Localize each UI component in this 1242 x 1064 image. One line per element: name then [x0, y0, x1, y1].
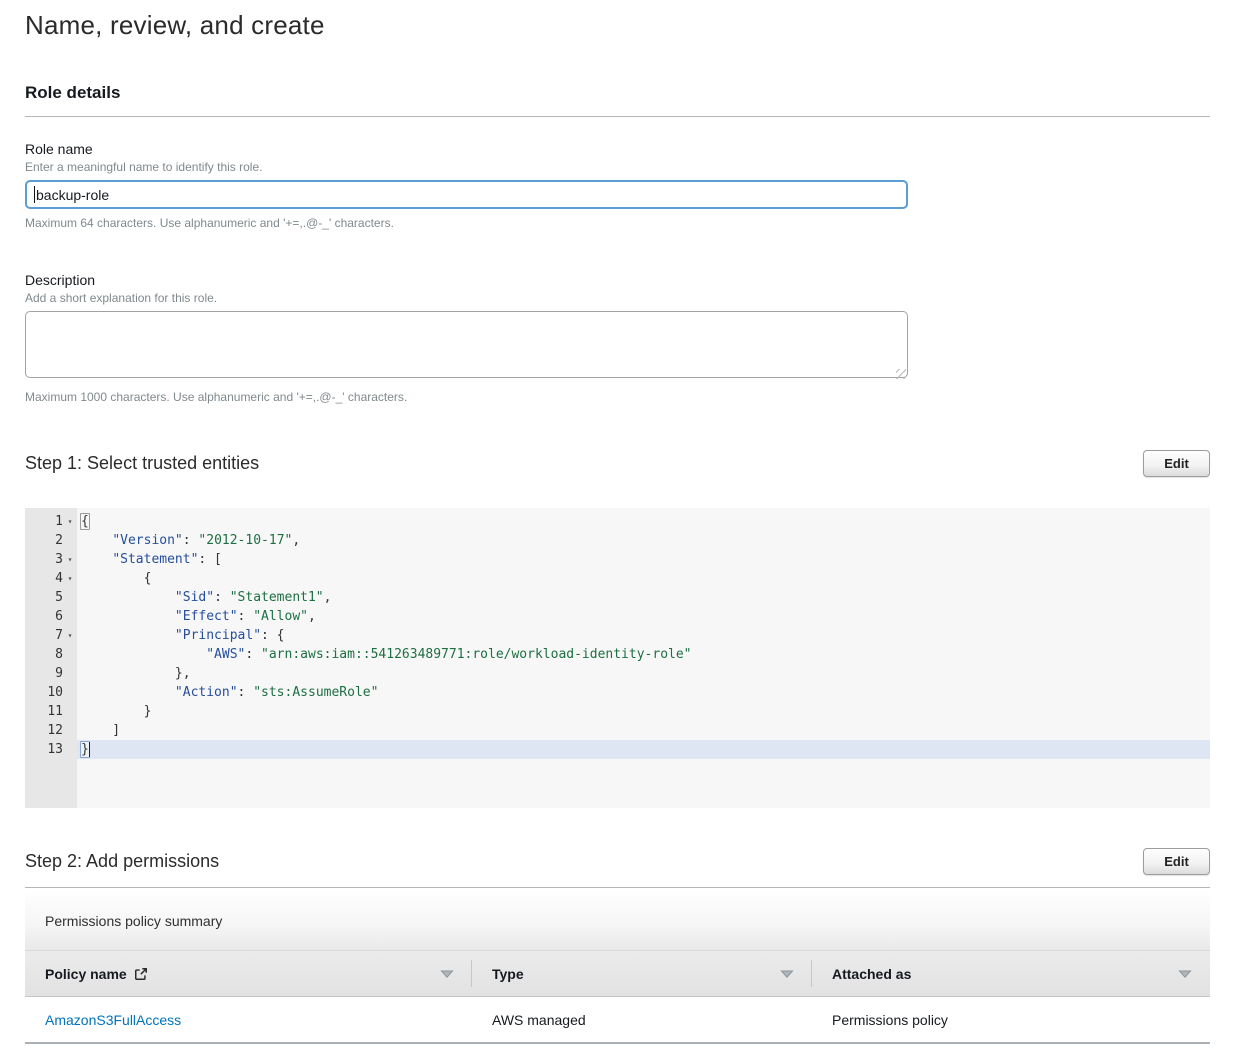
fold-slot — [63, 721, 77, 740]
edit-trusted-entities-button[interactable]: Edit — [1143, 450, 1210, 477]
description-constraint: Maximum 1000 characters. Use alphanumeri… — [25, 390, 1210, 404]
permissions-summary-title: Permissions policy summary — [25, 913, 222, 929]
fold-slot — [63, 645, 77, 664]
policy-type-cell: AWS managed — [472, 1012, 812, 1028]
role-name-input-wrap — [25, 180, 908, 209]
fold-slot — [63, 702, 77, 721]
external-link-icon — [134, 967, 148, 984]
fold-slot — [63, 740, 77, 759]
step2-divider — [25, 887, 1210, 888]
code-line: "Action": "sts:AssumeRole" — [77, 683, 1210, 702]
code-line: "Statement": [ — [77, 550, 1210, 569]
fold-arrow-icon[interactable]: ▾ — [63, 626, 77, 645]
fold-slot — [63, 607, 77, 626]
description-area-wrap — [25, 311, 908, 383]
role-name-hint: Enter a meaningful name to identify this… — [25, 160, 1210, 174]
fold-slot — [63, 531, 77, 550]
line-number: 13 — [25, 740, 77, 759]
line-number: 2 — [25, 531, 77, 550]
filter-dropdown-icon[interactable] — [440, 969, 454, 978]
editor-caret — [89, 742, 90, 757]
description-hint: Add a short explanation for this role. — [25, 291, 1210, 305]
line-number: 10 — [25, 683, 77, 702]
line-number: 5 — [25, 588, 77, 607]
section-divider — [25, 116, 1210, 117]
code-line: ] — [77, 721, 1210, 740]
text-caret — [34, 186, 35, 203]
filter-dropdown-icon[interactable] — [780, 969, 794, 978]
role-name-label: Role name — [25, 141, 1210, 157]
code-line: }, — [77, 664, 1210, 683]
line-number: 12 — [25, 721, 77, 740]
code-line: } — [77, 702, 1210, 721]
line-number: 6 — [25, 607, 77, 626]
column-header-type[interactable]: Type — [472, 951, 812, 996]
fold-slot — [63, 588, 77, 607]
line-number: 9 — [25, 664, 77, 683]
code-line: "Version": "2012-10-17", — [77, 531, 1210, 550]
step2-heading: Step 2: Add permissions — [25, 851, 219, 872]
fold-slot — [63, 683, 77, 702]
column-header-attached-as[interactable]: Attached as — [812, 951, 1210, 996]
code-line: "Principal": { — [77, 626, 1210, 645]
code-line: "Sid": "Statement1", — [77, 588, 1210, 607]
edit-permissions-button[interactable]: Edit — [1143, 848, 1210, 875]
description-textarea[interactable] — [25, 311, 908, 378]
column-header-policy-name[interactable]: Policy name — [25, 951, 472, 996]
line-number: 4▾ — [25, 569, 77, 588]
filter-dropdown-icon[interactable] — [1178, 969, 1192, 978]
line-number: 7▾ — [25, 626, 77, 645]
column-label: Type — [492, 966, 524, 982]
column-label: Policy name — [45, 966, 127, 982]
code-line: "Effect": "Allow", — [77, 607, 1210, 626]
trust-policy-editor[interactable]: 1▾23▾4▾567▾8910111213 { "Version": "2012… — [25, 508, 1210, 808]
line-number: 11 — [25, 702, 77, 721]
line-number: 3▾ — [25, 550, 77, 569]
code-line: { — [77, 569, 1210, 588]
column-label: Attached as — [832, 966, 911, 982]
permissions-table: Policy name Type Attached as — [25, 951, 1210, 1044]
policy-name-cell: AmazonS3FullAccess — [25, 1012, 472, 1028]
code-line: } — [77, 740, 1210, 759]
line-number: 8 — [25, 645, 77, 664]
step1-heading: Step 1: Select trusted entities — [25, 453, 259, 474]
table-header-row: Policy name Type Attached as — [25, 951, 1210, 997]
description-label: Description — [25, 272, 1210, 288]
fold-arrow-icon[interactable]: ▾ — [63, 569, 77, 588]
fold-arrow-icon[interactable]: ▾ — [63, 512, 77, 531]
resize-handle[interactable] — [896, 369, 906, 379]
role-name-input[interactable] — [25, 180, 908, 209]
policy-name-link[interactable]: AmazonS3FullAccess — [45, 1012, 181, 1028]
editor-code[interactable]: { "Version": "2012-10-17", "Statement": … — [77, 508, 1210, 808]
fold-arrow-icon[interactable]: ▾ — [63, 550, 77, 569]
line-number: 1▾ — [25, 512, 77, 531]
fold-slot — [63, 664, 77, 683]
editor-gutter: 1▾23▾4▾567▾8910111213 — [25, 508, 77, 808]
permissions-summary-header: Permissions policy summary — [25, 892, 1210, 951]
role-name-constraint: Maximum 64 characters. Use alphanumeric … — [25, 216, 1210, 230]
code-line: "AWS": "arn:aws:iam::541263489771:role/w… — [77, 645, 1210, 664]
role-details-heading: Role details — [25, 83, 1210, 103]
page-title: Name, review, and create — [25, 0, 1210, 41]
code-line: { — [77, 512, 1210, 531]
attached-as-cell: Permissions policy — [812, 1012, 1210, 1028]
